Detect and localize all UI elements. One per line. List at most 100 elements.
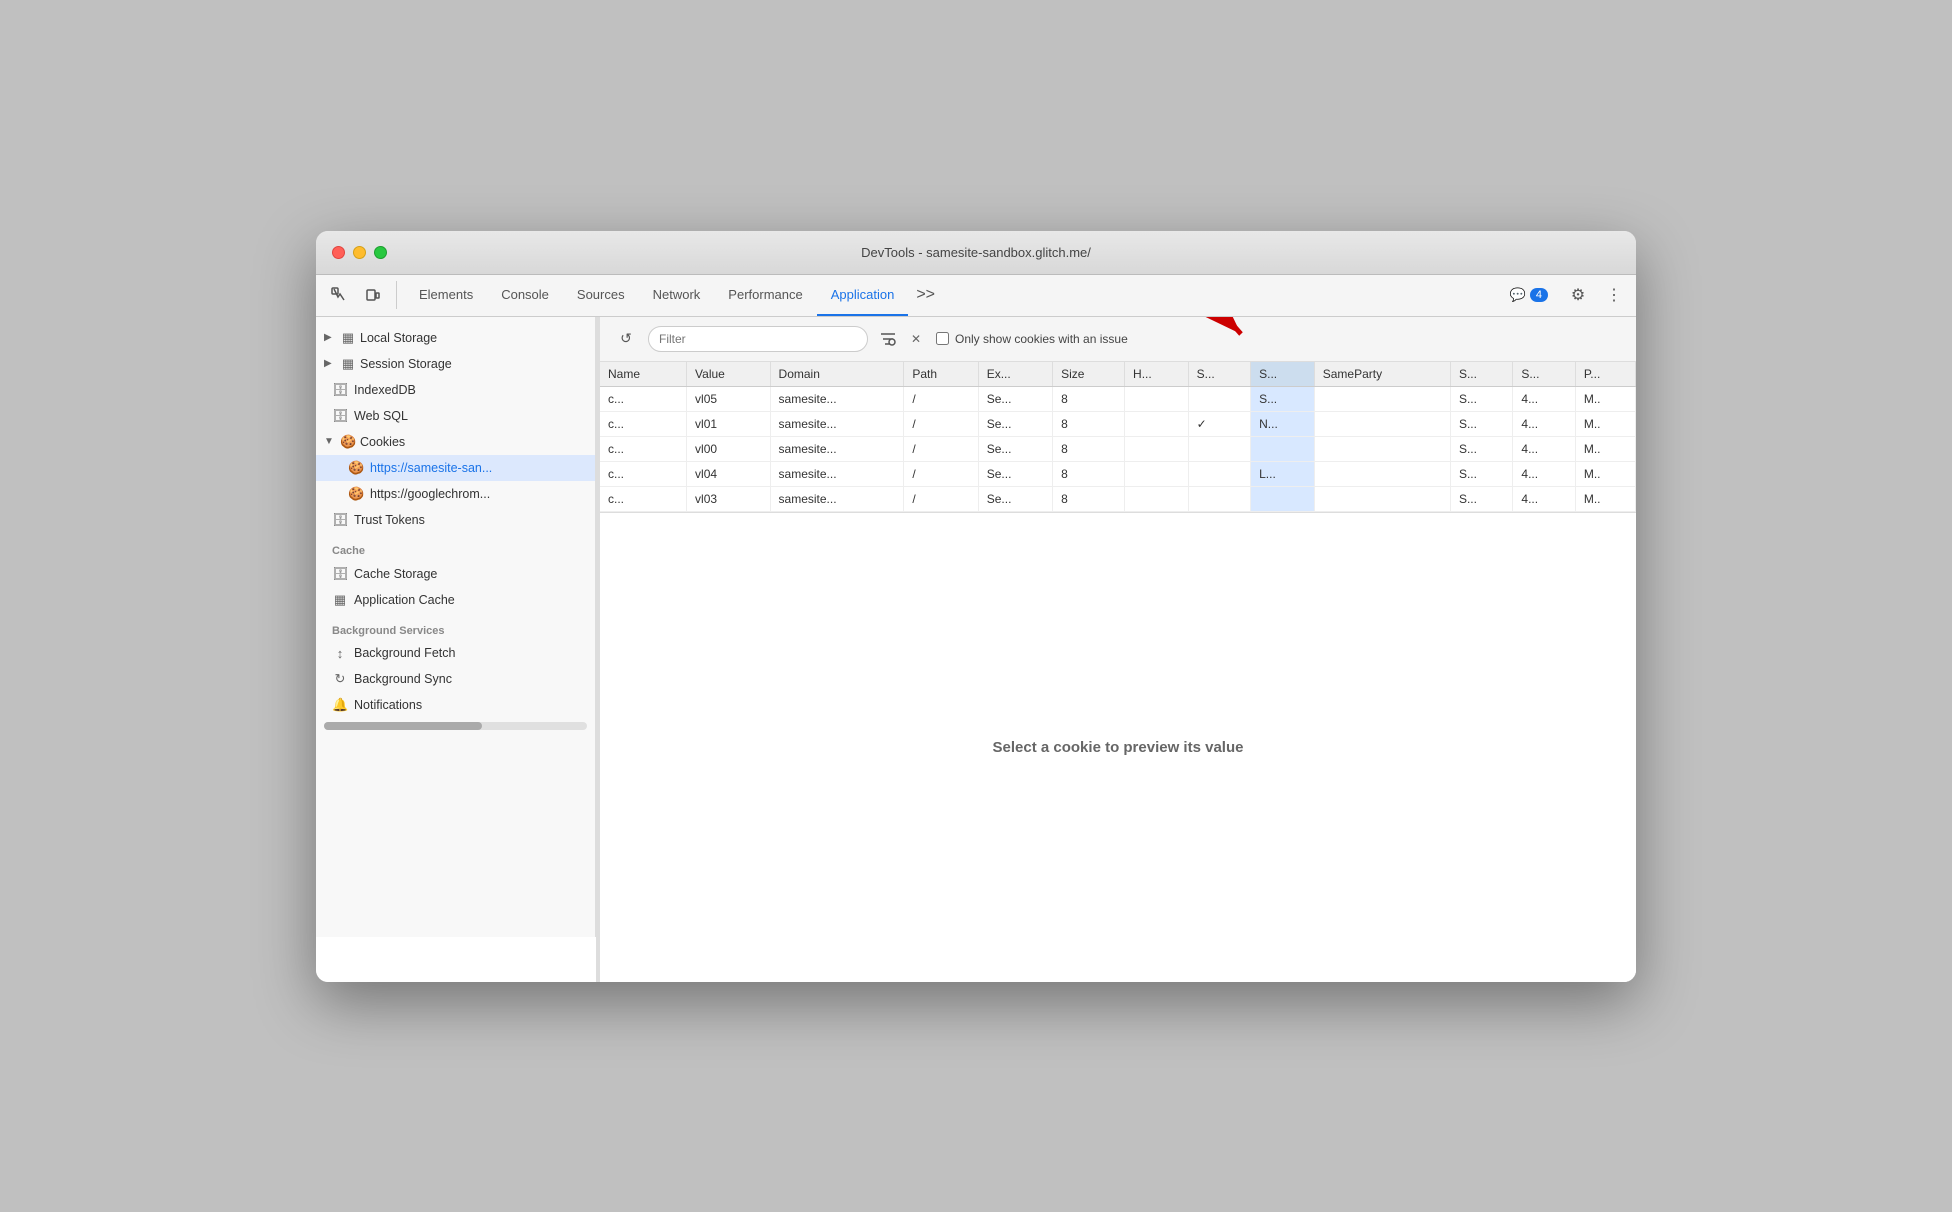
notifications-label: Notifications — [354, 698, 422, 712]
cell-3-8: L... — [1251, 461, 1315, 486]
websql-icon: 🗄 — [332, 408, 348, 424]
sidebar-item-trust-tokens[interactable]: 🗄 Trust Tokens — [316, 507, 595, 533]
tab-elements[interactable]: Elements — [405, 274, 487, 316]
table-row[interactable]: c...vl04samesite.../Se...8L...S...4...M.… — [600, 461, 1636, 486]
sidebar-item-app-cache[interactable]: ▦ Application Cache — [316, 587, 595, 613]
local-storage-label: Local Storage — [360, 331, 437, 345]
cell-3-4: Se... — [978, 461, 1052, 486]
cell-2-3: / — [904, 436, 978, 461]
tabs-list: Elements Console Sources Network Perform… — [405, 274, 1502, 316]
sidebar-item-cache-storage[interactable]: 🗄 Cache Storage — [316, 561, 595, 587]
cell-3-0: c... — [600, 461, 687, 486]
settings-icon[interactable]: ⚙ — [1564, 281, 1592, 309]
refresh-button[interactable]: ↺ — [612, 325, 640, 353]
table-row[interactable]: c...vl00samesite.../Se...8S...4...M.. — [600, 436, 1636, 461]
bg-fetch-label: Background Fetch — [354, 646, 455, 660]
col-s1[interactable]: S... — [1450, 362, 1512, 387]
tab-performance[interactable]: Performance — [714, 274, 816, 316]
col-path[interactable]: Path — [904, 362, 978, 387]
trust-tokens-icon: 🗄 — [332, 512, 348, 528]
cache-storage-label: Cache Storage — [354, 567, 437, 581]
more-icon[interactable]: ⋮ — [1600, 281, 1628, 309]
col-samesite[interactable]: S... — [1251, 362, 1315, 387]
cache-section-header: Cache — [316, 533, 595, 561]
googlechrome-cookie-label: https://googlechrom... — [370, 487, 490, 501]
cell-3-3: / — [904, 461, 978, 486]
cell-0-12: M.. — [1575, 386, 1635, 411]
sidebar-scrollbar[interactable] — [324, 722, 587, 730]
cell-2-1: vl00 — [687, 436, 771, 461]
col-httponly[interactable]: H... — [1125, 362, 1189, 387]
clear-filter-icon[interactable]: ✕ — [904, 327, 928, 351]
bg-section-header: Background Services — [316, 613, 595, 641]
filter-input[interactable] — [648, 326, 868, 352]
sidebar-item-googlechrome-cookie[interactable]: 🍪 https://googlechrom... — [316, 481, 595, 507]
cell-3-11: 4... — [1513, 461, 1575, 486]
filter-settings-icon[interactable] — [876, 327, 900, 351]
cell-2-11: 4... — [1513, 436, 1575, 461]
minimize-button[interactable] — [353, 246, 366, 259]
issues-badge-button[interactable]: 💬 4 — [1502, 283, 1556, 307]
device-icon[interactable] — [358, 281, 388, 309]
sidebar-item-bg-fetch[interactable]: ↕ Background Fetch — [316, 641, 595, 666]
cache-storage-icon: 🗄 — [332, 566, 348, 582]
samesite-cookie-label: https://samesite-san... — [370, 461, 492, 475]
col-value[interactable]: Value — [687, 362, 771, 387]
cell-4-10: S... — [1450, 486, 1512, 511]
sidebar-item-notifications[interactable]: 🔔 Notifications — [316, 692, 595, 718]
table-row[interactable]: c...vl03samesite.../Se...8S...4...M.. — [600, 486, 1636, 511]
cell-1-10: S... — [1450, 411, 1512, 436]
sidebar-item-cookies[interactable]: ▼ 🍪 Cookies — [316, 429, 595, 455]
cell-4-0: c... — [600, 486, 687, 511]
sidebar-scrollbar-thumb — [324, 722, 482, 730]
cell-2-0: c... — [600, 436, 687, 461]
cell-0-7 — [1188, 386, 1250, 411]
tab-console[interactable]: Console — [487, 274, 563, 316]
sidebar-item-local-storage[interactable]: ▶ ▦ Local Storage — [316, 325, 595, 351]
col-name[interactable]: Name — [600, 362, 687, 387]
chevron-down-icon: ▼ — [324, 436, 336, 447]
cell-0-9 — [1314, 386, 1450, 411]
cell-1-4: Se... — [978, 411, 1052, 436]
sidebar: ▶ ▦ Local Storage ▶ ▦ Session Storage 🗄 … — [316, 317, 596, 937]
cell-1-9 — [1314, 411, 1450, 436]
window-title: DevTools - samesite-sandbox.glitch.me/ — [861, 245, 1091, 260]
col-p[interactable]: P... — [1575, 362, 1635, 387]
title-bar: DevTools - samesite-sandbox.glitch.me/ — [316, 231, 1636, 275]
cell-4-11: 4... — [1513, 486, 1575, 511]
sidebar-item-indexeddb[interactable]: 🗄 IndexedDB — [316, 377, 595, 403]
col-size[interactable]: Size — [1053, 362, 1125, 387]
sidebar-item-session-storage[interactable]: ▶ ▦ Session Storage — [316, 351, 595, 377]
cookie-table-container: Name Value Domain Path Ex... Size H... S… — [600, 362, 1636, 513]
col-secure[interactable]: S... — [1188, 362, 1250, 387]
cell-2-12: M.. — [1575, 436, 1635, 461]
inspect-icon[interactable] — [324, 281, 354, 309]
cell-3-6 — [1125, 461, 1189, 486]
close-button[interactable] — [332, 246, 345, 259]
tab-overflow[interactable]: >> — [908, 274, 943, 316]
sidebar-item-bg-sync[interactable]: ↻ Background Sync — [316, 666, 595, 692]
col-domain[interactable]: Domain — [770, 362, 904, 387]
sidebar-item-samesite-cookie[interactable]: 🍪 https://samesite-san... — [316, 455, 595, 481]
tab-network[interactable]: Network — [639, 274, 715, 316]
cell-1-7: ✓ — [1188, 411, 1250, 436]
cell-0-6 — [1125, 386, 1189, 411]
cell-1-11: 4... — [1513, 411, 1575, 436]
table-row[interactable]: c...vl01samesite.../Se...8✓N...S...4...M… — [600, 411, 1636, 436]
cell-0-5: 8 — [1053, 386, 1125, 411]
only-show-issues-checkbox[interactable] — [936, 332, 949, 345]
sidebar-item-websql[interactable]: 🗄 Web SQL — [316, 403, 595, 429]
cookies-toolbar: ↺ ✕ Only show cookies wit — [600, 317, 1636, 362]
traffic-lights — [332, 246, 387, 259]
cell-0-1: vl05 — [687, 386, 771, 411]
table-row[interactable]: c...vl05samesite.../Se...8S...S...4...M.… — [600, 386, 1636, 411]
cell-0-2: samesite... — [770, 386, 904, 411]
col-sameparty[interactable]: SameParty — [1314, 362, 1450, 387]
tab-application[interactable]: Application — [817, 274, 909, 316]
cell-4-9 — [1314, 486, 1450, 511]
cell-3-5: 8 — [1053, 461, 1125, 486]
maximize-button[interactable] — [374, 246, 387, 259]
col-expires[interactable]: Ex... — [978, 362, 1052, 387]
col-s2[interactable]: S... — [1513, 362, 1575, 387]
tab-sources[interactable]: Sources — [563, 274, 639, 316]
